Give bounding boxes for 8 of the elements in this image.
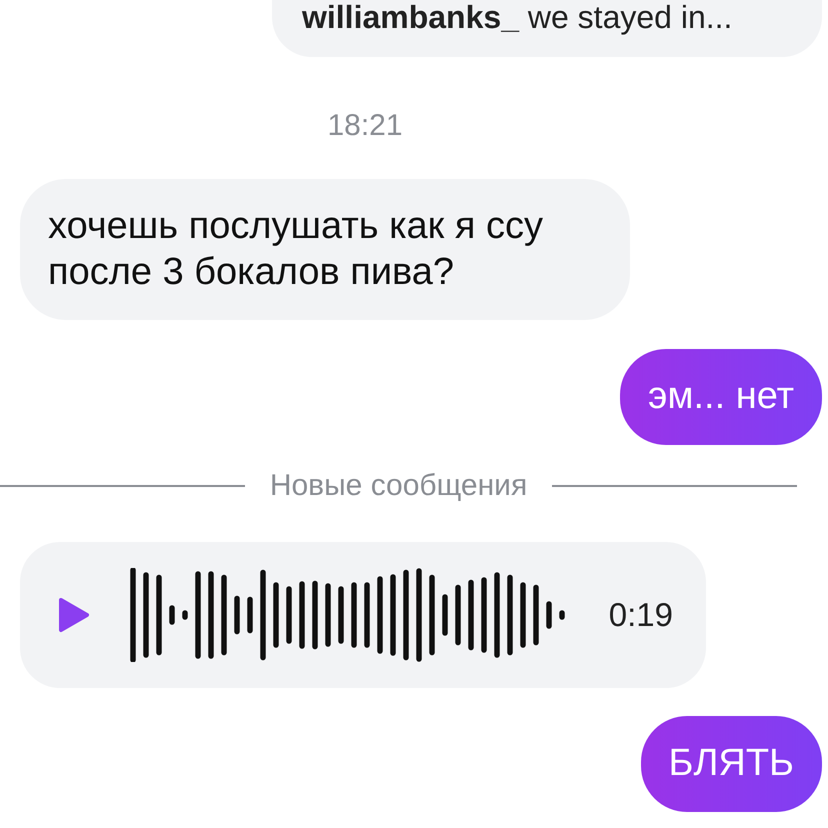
timestamp: 18:21 bbox=[327, 108, 403, 144]
duration: 0:19 bbox=[608, 595, 673, 636]
message-bubble: БЛЯТЬ bbox=[640, 716, 822, 812]
message-bubble: williambanks_ we stayed in... bbox=[272, 0, 822, 58]
message-bubble: хочешь послушать как я ссу после 3 бокалов пива? bbox=[20, 179, 630, 320]
play-icon[interactable] bbox=[58, 596, 90, 634]
message-bubble: эм... нет bbox=[620, 349, 822, 445]
new-messages-label: Новые сообщения bbox=[268, 468, 528, 504]
